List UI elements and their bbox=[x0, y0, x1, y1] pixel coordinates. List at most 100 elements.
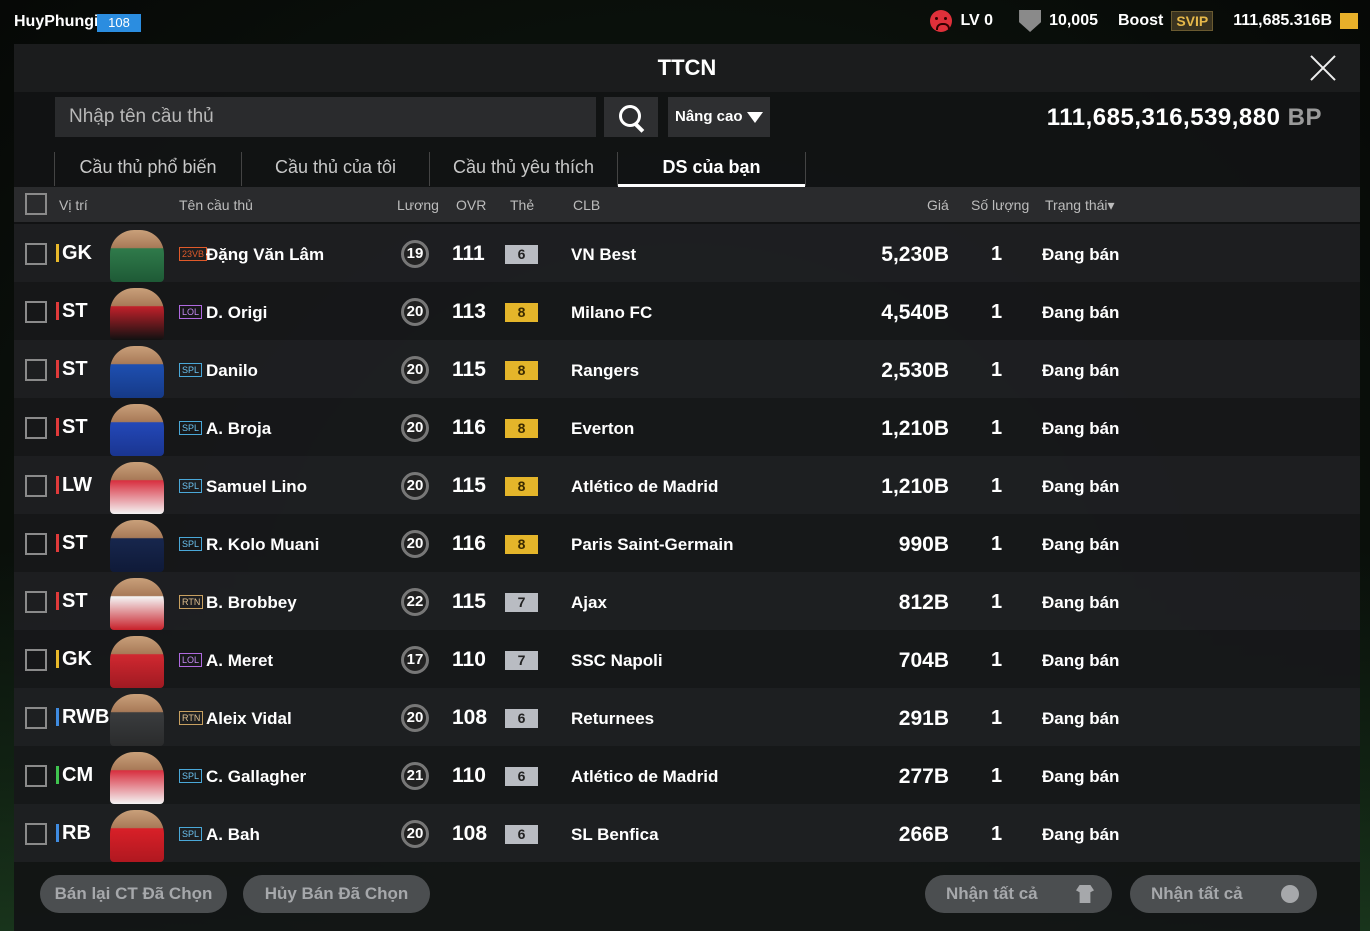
wage-badge: 20 bbox=[401, 704, 429, 732]
table-row[interactable]: ST SPL A. Broja 20 116 8 Everton 1,210B 1 Đang bá… bbox=[14, 398, 1360, 456]
status-text: Đang bán bbox=[1042, 767, 1120, 786]
select-all-checkbox[interactable] bbox=[25, 193, 47, 215]
table-row[interactable]: LW SPL Samuel Lino 20 115 8 Atlético de Madrid… bbox=[14, 456, 1360, 514]
table-row[interactable]: ST SPL R. Kolo Muani 20 116 8 Paris Saint-Germ… bbox=[14, 514, 1360, 572]
player-name[interactable]: R. Kolo Muani bbox=[206, 535, 319, 555]
wage-badge: 17 bbox=[401, 646, 429, 674]
status-text: Đang bán bbox=[1042, 709, 1120, 728]
table-row[interactable]: ST LOL D. Origi 20 113 8 Milano FC 4,540B 1 Đang … bbox=[14, 282, 1360, 340]
season-badge: SPL bbox=[179, 363, 203, 377]
column-position[interactable]: Vị trí bbox=[59, 197, 88, 213]
player-avatar[interactable] bbox=[110, 520, 164, 572]
player-avatar[interactable] bbox=[110, 230, 164, 282]
club-name: Atlético de Madrid bbox=[571, 477, 719, 496]
quantity-value: 1 bbox=[991, 475, 1003, 497]
currency-bar: LV 0 10,005 Boost SVIP 111,685.316B bbox=[930, 10, 1358, 32]
player-name[interactable]: Aleix Vidal bbox=[206, 709, 292, 729]
player-avatar[interactable] bbox=[110, 694, 164, 746]
lv-label: LV 0 bbox=[960, 12, 994, 29]
player-avatar[interactable] bbox=[110, 578, 164, 630]
column-card[interactable]: Thẻ bbox=[510, 197, 534, 213]
player-name[interactable]: A. Broja bbox=[206, 419, 271, 439]
table-row[interactable]: ST RTN B. Brobbey 22 115 7 Ajax 812B 1 Đang bán bbox=[14, 572, 1360, 630]
table-row[interactable]: GK 23VB Đặng Văn Lâm 19 111 6 VN Best 5,230B 1 Đa… bbox=[14, 224, 1360, 282]
player-avatar[interactable] bbox=[110, 752, 164, 804]
row-checkbox[interactable] bbox=[25, 533, 47, 555]
user-level-badge: 108 bbox=[97, 14, 141, 32]
row-checkbox[interactable] bbox=[25, 649, 47, 671]
player-position: ST bbox=[56, 591, 88, 611]
claim-all-players-button[interactable]: Nhận tất cả bbox=[925, 875, 1112, 913]
ovr-value: 116 bbox=[452, 416, 486, 439]
column-price[interactable]: Giá bbox=[927, 197, 949, 213]
row-checkbox[interactable] bbox=[25, 475, 47, 497]
club-name: Ajax bbox=[571, 593, 607, 612]
column-name[interactable]: Tên cầu thủ bbox=[179, 197, 253, 213]
table-row[interactable]: RB SPL A. Bah 20 108 6 SL Benfica 266B 1 Đang bán bbox=[14, 804, 1360, 862]
table-row[interactable]: CM SPL C. Gallagher 21 110 6 Atlético de Madri… bbox=[14, 746, 1360, 804]
club-name: Everton bbox=[571, 419, 635, 438]
player-name[interactable]: A. Meret bbox=[206, 651, 273, 671]
price-value: 2,530B bbox=[881, 359, 949, 382]
player-avatar[interactable] bbox=[110, 462, 164, 514]
search-icon[interactable] bbox=[604, 97, 658, 137]
club-name: Returnees bbox=[571, 709, 655, 728]
username: HuyPhungi bbox=[14, 13, 99, 30]
status-text: Đang bán bbox=[1042, 477, 1120, 496]
column-quantity[interactable]: Số lượng bbox=[971, 197, 1029, 213]
player-name[interactable]: B. Brobbey bbox=[206, 593, 297, 613]
tab-favorite-players[interactable]: Cầu thủ yêu thích bbox=[430, 152, 618, 186]
column-status[interactable]: Trạng thái▾ bbox=[1045, 197, 1115, 214]
player-avatar[interactable] bbox=[110, 636, 164, 688]
season-badge: SPL bbox=[179, 421, 203, 435]
row-checkbox[interactable] bbox=[25, 591, 47, 613]
player-avatar[interactable] bbox=[110, 288, 164, 340]
player-name[interactable]: Samuel Lino bbox=[206, 477, 307, 497]
shirt-icon bbox=[1076, 885, 1094, 903]
player-name[interactable]: Danilo bbox=[206, 361, 258, 381]
row-checkbox[interactable] bbox=[25, 359, 47, 381]
player-avatar[interactable] bbox=[110, 404, 164, 456]
tab-popular-players[interactable]: Cầu thủ phổ biến bbox=[54, 152, 242, 186]
column-club[interactable]: CLB bbox=[573, 197, 600, 213]
player-avatar[interactable] bbox=[110, 810, 164, 862]
ovr-value: 110 bbox=[452, 648, 486, 671]
close-icon[interactable] bbox=[1308, 53, 1338, 83]
ovr-value: 111 bbox=[452, 242, 485, 265]
row-checkbox[interactable] bbox=[25, 243, 47, 265]
season-badge: RTN bbox=[179, 595, 204, 609]
search-input[interactable] bbox=[55, 97, 596, 137]
player-name[interactable]: Đặng Văn Lâm bbox=[206, 245, 324, 265]
advanced-filter-dropdown[interactable]: Nâng cao bbox=[668, 97, 770, 137]
column-wage[interactable]: Lương bbox=[397, 197, 439, 213]
status-text: Đang bán bbox=[1042, 651, 1120, 670]
row-checkbox[interactable] bbox=[25, 417, 47, 439]
player-name[interactable]: C. Gallagher bbox=[206, 767, 306, 787]
coins-value: 111,685.316B bbox=[1233, 12, 1332, 29]
resell-selected-button[interactable]: Bán lại CT Đã Chọn bbox=[40, 875, 227, 913]
claim-all-bp-button[interactable]: Nhận tất cả bbox=[1130, 875, 1317, 913]
tab-my-players[interactable]: Cầu thủ của tôi bbox=[242, 152, 430, 186]
quantity-value: 1 bbox=[991, 591, 1003, 613]
quantity-value: 1 bbox=[991, 649, 1003, 671]
ovr-value: 110 bbox=[452, 764, 486, 787]
season-badge: SPL bbox=[179, 479, 203, 493]
boost-label[interactable]: Boost bbox=[1118, 12, 1163, 30]
table-row[interactable]: RWB RTN Aleix Vidal 20 108 6 Returnees 291B 1 Đan… bbox=[14, 688, 1360, 746]
price-value: 704B bbox=[898, 649, 949, 672]
table-row[interactable]: ST SPL Danilo 20 115 8 Rangers 2,530B 1 Đang bán bbox=[14, 340, 1360, 398]
column-ovr[interactable]: OVR bbox=[456, 197, 486, 213]
player-name[interactable]: D. Origi bbox=[206, 303, 267, 323]
row-checkbox[interactable] bbox=[25, 301, 47, 323]
row-checkbox[interactable] bbox=[25, 765, 47, 787]
row-checkbox[interactable] bbox=[25, 823, 47, 845]
player-position: RB bbox=[56, 823, 91, 843]
tab-your-listings[interactable]: DS của bạn bbox=[618, 152, 806, 187]
player-avatar[interactable] bbox=[110, 346, 164, 398]
price-value: 277B bbox=[898, 765, 949, 788]
row-checkbox[interactable] bbox=[25, 707, 47, 729]
cancel-selected-button[interactable]: Hủy Bán Đã Chọn bbox=[243, 875, 430, 913]
player-name[interactable]: A. Bah bbox=[206, 825, 260, 845]
shield-icon bbox=[1019, 10, 1042, 32]
table-row[interactable]: GK LOL A. Meret 17 110 7 SSC Napoli 704B 1 Đang b… bbox=[14, 630, 1360, 688]
